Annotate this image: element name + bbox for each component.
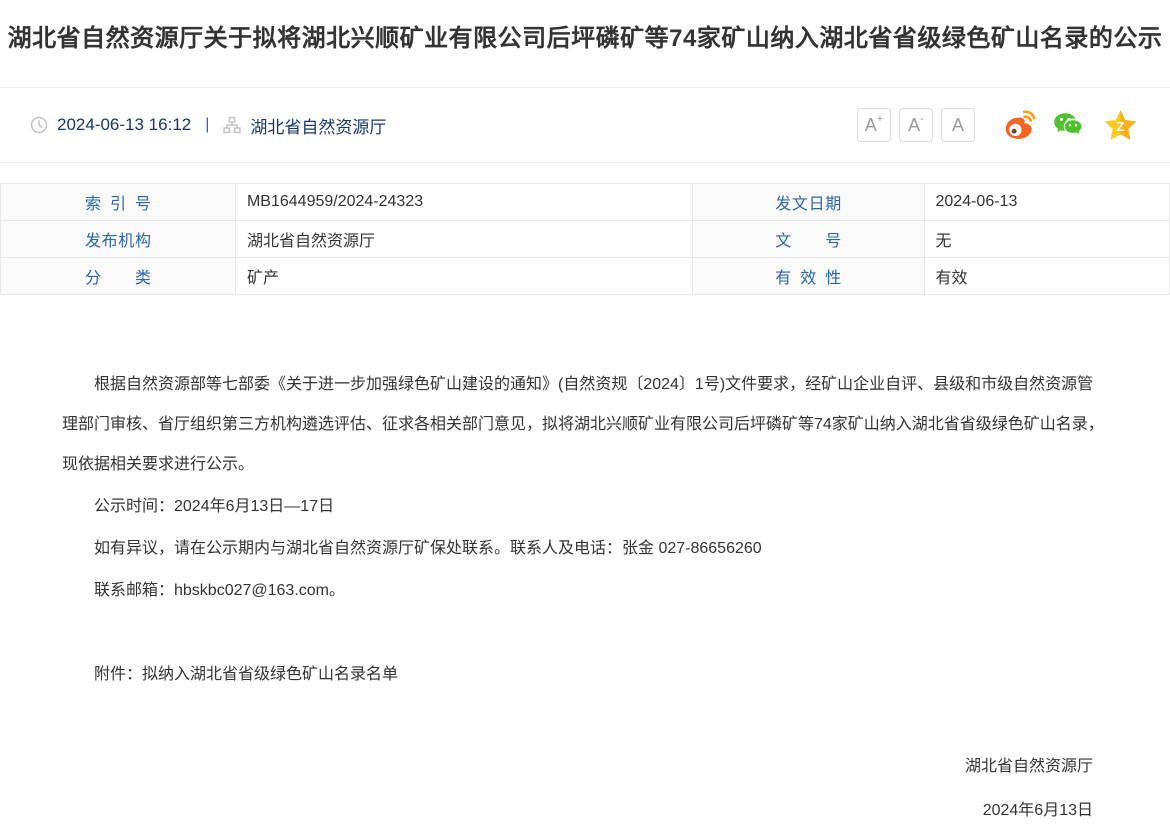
category-value: 矿产 (235, 258, 692, 295)
wechat-share-icon[interactable] (1052, 108, 1087, 143)
signature-date: 2024年6月13日 (62, 791, 1093, 831)
meta-info: 2024-06-13 16:12 | 湖北省自然资源厅 (30, 113, 386, 138)
font-btn-sign: - (920, 114, 924, 125)
table-row: 发布机构 湖北省自然资源厅 文号 无 (1, 221, 1170, 258)
document-info-table: 索引号 MB1644959/2024-24323 发文日期 2024-06-13… (0, 183, 1170, 295)
meta-bar: 2024-06-13 16:12 | 湖北省自然资源厅 A+ A- A (0, 88, 1170, 163)
doc-number-label: 文号 (693, 221, 924, 258)
qzone-share-icon[interactable]: Z (1103, 108, 1138, 143)
publish-source: 湖北省自然资源厅 (250, 113, 386, 138)
validity-label: 有效性 (693, 258, 924, 295)
font-btn-sign: + (877, 114, 883, 125)
article-body: 根据自然资源部等七部委《关于进一步加强绿色矿山建设的通知》(自然资规〔2024〕… (0, 295, 1170, 831)
weibo-share-icon[interactable] (1001, 108, 1036, 143)
font-btn-label: A (865, 116, 877, 134)
validity-value: 有效 (924, 258, 1170, 295)
clock-icon (30, 116, 48, 134)
attachment-label: 附件： (94, 666, 142, 683)
publisher-value: 湖北省自然资源厅 (235, 221, 692, 258)
table-row: 索引号 MB1644959/2024-24323 发文日期 2024-06-13 (1, 184, 1170, 221)
body-paragraph: 根据自然资源部等七部委《关于进一步加强绿色矿山建设的通知》(自然资规〔2024〕… (62, 365, 1108, 485)
attachment-line: 附件：拟纳入湖北省省级绿色矿山名录名单 (62, 655, 1108, 695)
toolbar: A+ A- A (849, 108, 1138, 143)
organization-icon (223, 116, 241, 134)
issue-date-value: 2024-06-13 (924, 184, 1170, 221)
font-btn-label: A (908, 116, 920, 134)
signature-block: 湖北省自然资源厅 2024年6月13日 (62, 747, 1093, 831)
publish-timestamp: 2024-06-13 16:12 (57, 115, 191, 135)
font-size-reset-button[interactable]: A (941, 108, 975, 142)
issue-date-label: 发文日期 (693, 184, 924, 221)
label-text: 索引号 (85, 190, 151, 214)
contact-paragraph: 如有异议，请在公示期内与湖北省自然资源厅矿保处联系。联系人及电话：张金 027-… (62, 529, 1108, 569)
signature-agency: 湖北省自然资源厅 (62, 747, 1093, 787)
meta-divider: | (205, 116, 209, 134)
category-label: 分类 (1, 258, 236, 295)
email-paragraph: 联系邮箱：hbskbc027@163.com。 (62, 571, 1108, 611)
label-text: 分类 (85, 264, 151, 288)
document-header: 湖北省自然资源厅关于拟将湖北兴顺矿业有限公司后坪磷矿等74家矿山纳入湖北省省级绿… (0, 0, 1170, 88)
page-title: 湖北省自然资源厅关于拟将湖北兴顺矿业有限公司后坪磷矿等74家矿山纳入湖北省省级绿… (0, 21, 1170, 57)
font-btn-label: A (952, 116, 964, 134)
svg-text:Z: Z (1116, 119, 1124, 134)
attachment-link[interactable]: 拟纳入湖北省省级绿色矿山名录名单 (142, 666, 398, 683)
publisher-label: 发布机构 (1, 221, 236, 258)
label-text: 有效性 (775, 264, 841, 288)
label-text: 文号 (775, 227, 841, 251)
table-row: 分类 矿产 有效性 有效 (1, 258, 1170, 295)
index-number-label: 索引号 (1, 184, 236, 221)
publicity-period-paragraph: 公示时间：2024年6月13日—17日 (62, 487, 1108, 527)
index-number-value: MB1644959/2024-24323 (235, 184, 692, 221)
font-size-increase-button[interactable]: A+ (857, 108, 891, 142)
label-text: 发文日期 (775, 190, 841, 214)
label-text: 发布机构 (85, 227, 151, 251)
doc-number-value: 无 (924, 221, 1170, 258)
font-size-decrease-button[interactable]: A- (899, 108, 933, 142)
